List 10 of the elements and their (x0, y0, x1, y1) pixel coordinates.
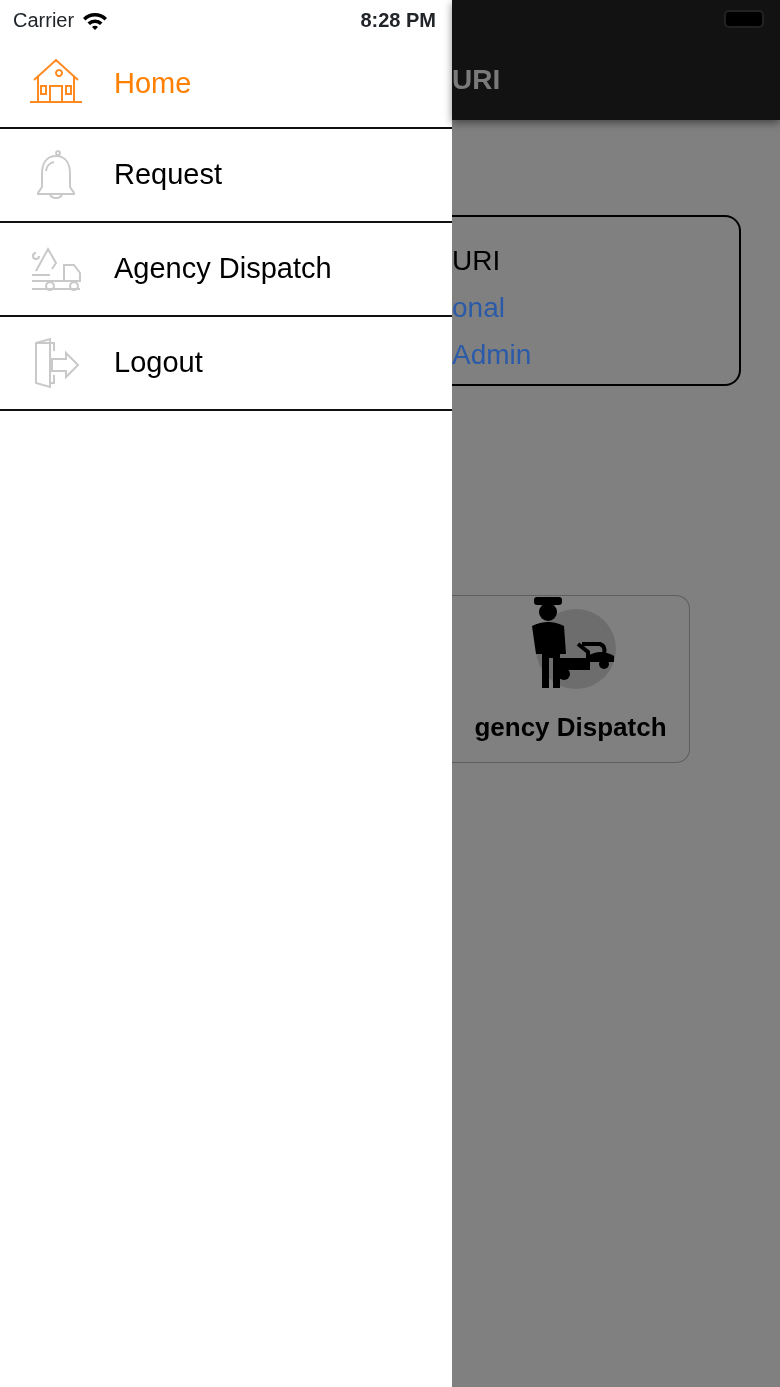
wifi-icon (82, 10, 109, 30)
clock-time: 8:28 PM (360, 8, 436, 33)
header-title: URI (452, 66, 502, 94)
dispatch-tile[interactable]: gency Dispatch (452, 595, 690, 763)
tile-label: gency Dispatch (474, 711, 667, 744)
battery-icon (724, 10, 764, 28)
profile-link-text: onal (452, 291, 506, 325)
carrier-name: Carrier (13, 8, 75, 33)
profile-name: URI (452, 244, 502, 278)
profile-link-text: Admin (452, 338, 533, 372)
